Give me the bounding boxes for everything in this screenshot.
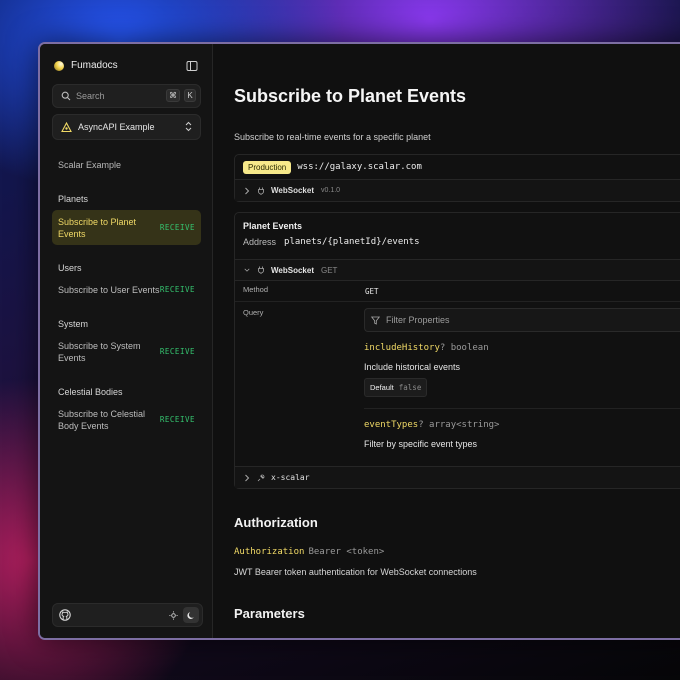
sidebar: Fumadocs Search ⌘ K AsyncAPI Example Sca… [40,44,213,638]
default-value: false [398,383,422,392]
github-icon[interactable] [59,609,71,621]
spec-selector[interactable]: AsyncAPI Example [52,114,201,140]
nav-item-subscribe-system-events[interactable]: Subscribe to System Events RECEIVE [52,339,201,365]
nav-item-label: Subscribe to Planet Events [58,216,137,239]
extension-name: x-scalar [271,473,310,482]
search-input[interactable]: Search ⌘ K [52,84,201,108]
binding-method: GET [320,265,338,275]
brand-name: Fumadocs [71,60,118,71]
filter-placeholder: Filter Properties [386,315,450,325]
authorization-description: JWT Bearer token authentication for WebS… [234,567,477,577]
nav-item-label: Subscribe to Celestial Body Events [58,409,146,431]
nav-item-subscribe-user-events[interactable]: Subscribe to User Events RECEIVE [52,284,201,296]
default-label: Default [370,383,394,392]
nav-item-label: Subscribe to User Events [58,285,160,295]
divider [364,408,680,409]
filter-properties-input[interactable]: Filter Properties [364,308,680,332]
address-label: Address [243,237,277,247]
authorization-scheme: Authorization Bearer <token> [234,547,384,557]
spec-selector-label: AsyncAPI Example [78,122,155,132]
plug-icon [258,187,264,195]
authorization-heading: Authorization [234,515,318,530]
nav-section-users: Users [58,263,82,273]
parameters-heading: Parameters [234,606,305,621]
authorization-key: Authorization [234,547,305,557]
receive-badge: RECEIVE [159,222,195,232]
brand[interactable]: Fumadocs [54,60,118,71]
operation-name: Planet Events [243,221,303,231]
chevron-updown-icon [185,121,192,132]
property-description: Include historical events [364,362,461,372]
server-binding-row[interactable]: WebSocket v0.1.0 [235,180,680,201]
property-name: includeHistory? boolean [364,343,489,353]
method-value: GET [365,287,379,296]
address-value: planets/{planetId}/events [284,237,420,247]
authorization-type: Bearer <token> [308,547,385,557]
method-label: Method [243,285,269,294]
property-type: ? boolean [439,343,489,353]
page-description: Subscribe to real-time events for a spec… [234,132,431,142]
plug-icon [258,266,264,274]
nav-section-planets: Planets [58,194,89,204]
app-window: Fumadocs Search ⌘ K AsyncAPI Example Sca… [38,42,680,640]
sidebar-toggle-icon[interactable] [186,60,198,72]
environment-badge: Production [243,160,292,174]
property-key: includeHistory [364,343,440,353]
receive-badge: RECEIVE [159,285,195,294]
filter-icon [371,316,380,325]
nav-section-system: System [58,319,89,329]
search-placeholder: Search [76,91,105,101]
sun-icon[interactable] [165,607,181,623]
property-name: eventTypes? array<string> [364,420,499,430]
chevron-down-icon [244,268,250,272]
operation-panel: Planet Events Address planets/{planetId}… [234,212,680,489]
operation-binding-row[interactable]: WebSocket GET [235,259,680,281]
nav-link-scalar-example[interactable]: Scalar Example [58,160,121,170]
asyncapi-icon [61,121,72,132]
property-key: eventTypes [364,420,419,430]
kbd-command: ⌘ [166,89,180,102]
theme-toggle[interactable] [165,607,199,623]
extension-icon [257,474,265,481]
chevron-right-icon [245,474,250,481]
address-line: Address planets/{planetId}/events [243,237,420,247]
nav-item-subscribe-celestial-body-events[interactable]: Subscribe to Celestial Body Events RECEI… [52,407,201,433]
default-value-badge: Default false [364,378,428,397]
binding-name: WebSocket [271,265,314,275]
chevron-right-icon [245,187,250,194]
search-icon [61,91,71,101]
main-content: Subscribe to Planet Events Subscribe to … [213,44,680,638]
page-title: Subscribe to Planet Events [234,86,467,106]
nav-section-celestial-bodies: Celestial Bodies [58,387,123,397]
nav-item-subscribe-planet-events[interactable]: Subscribe to Planet Events RECEIVE [52,210,201,245]
sidebar-footer [52,603,203,627]
receive-badge: RECEIVE [159,347,195,356]
query-label: Query [243,308,264,317]
server-url: wss://galaxy.scalar.com [297,162,422,172]
nav-item-label: Subscribe to System Events [58,341,141,363]
server-row[interactable]: Production wss://galaxy.scalar.com [235,155,680,180]
binding-version: v0.1.0 [320,187,341,194]
extension-row[interactable]: x-scalar [235,466,680,488]
moon-icon[interactable] [183,607,199,623]
brand-logo-icon [54,60,64,71]
property-type: ? array<string> [418,420,500,430]
binding-name: WebSocket [271,186,314,195]
property-description: Filter by specific event types [364,439,478,449]
kbd-k: K [184,89,196,102]
server-panel: Production wss://galaxy.scalar.com WebSo… [234,154,680,202]
divider [235,301,680,302]
receive-badge: RECEIVE [159,415,195,424]
